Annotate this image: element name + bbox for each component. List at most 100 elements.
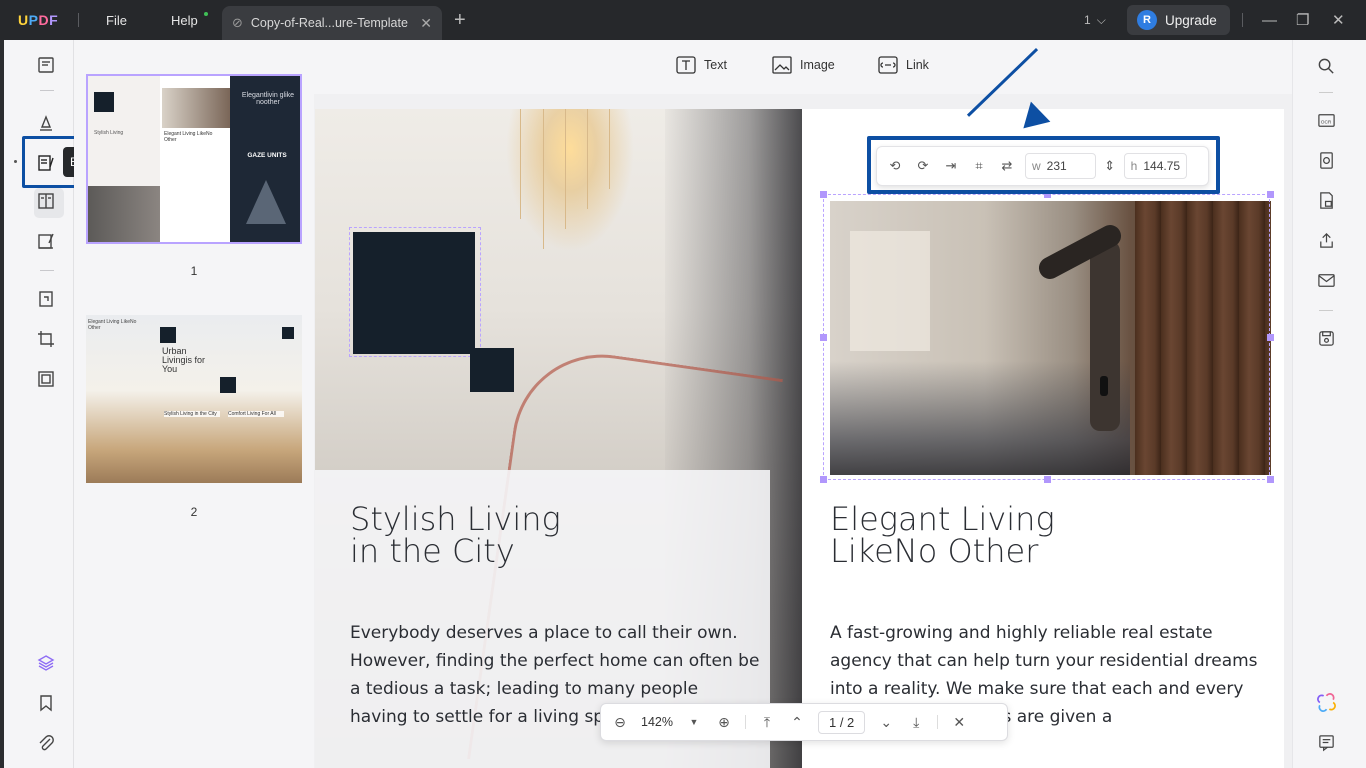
link-icon	[878, 56, 898, 74]
next-page-icon[interactable]: ⌄	[877, 714, 895, 731]
highlighter-icon[interactable]	[33, 110, 59, 136]
reader-mode-icon[interactable]	[33, 52, 59, 78]
thumb-text: Stylish Living in the City	[164, 411, 220, 417]
rail-divider	[1319, 92, 1333, 93]
square-selection-outline	[349, 227, 481, 357]
chandelier-strand	[609, 109, 610, 189]
comment-icon[interactable]	[1314, 730, 1338, 754]
page-indicator[interactable]: 1 ⌵	[1084, 0, 1106, 40]
chandelier-strand	[520, 109, 521, 219]
add-text-button[interactable]: Text	[676, 56, 727, 74]
resize-handle-bl[interactable]	[820, 476, 827, 483]
thumb-text: Stylish Living	[94, 130, 124, 136]
close-window-icon[interactable]: ✕	[1332, 0, 1345, 40]
minimize-icon[interactable]: —	[1262, 0, 1277, 40]
svg-text:OCR: OCR	[1320, 119, 1331, 125]
upgrade-label: Upgrade	[1165, 12, 1217, 28]
new-tab-button[interactable]: +	[454, 0, 466, 40]
first-page-icon[interactable]: ⤒	[758, 714, 776, 731]
rotate-right-icon[interactable]: ⟳	[913, 156, 933, 176]
add-image-button[interactable]: Image	[772, 56, 835, 74]
last-page-icon[interactable]: ⤓	[907, 714, 925, 731]
left-title-line-2: in the City	[350, 532, 515, 570]
width-field[interactable]: w 231	[1025, 153, 1096, 179]
thumb-triangle-graphic	[246, 180, 286, 224]
thumb-dark-square	[160, 327, 176, 343]
thumb-dark-square	[94, 92, 114, 112]
fill-sign-icon[interactable]	[33, 228, 59, 254]
thumb-cover-title: Elegantlivin glike noother	[241, 92, 295, 106]
right-title[interactable]: Elegant Living LikeNo Other	[830, 503, 1055, 567]
resize-handle-ml[interactable]	[820, 334, 827, 341]
image-icon	[772, 56, 792, 74]
page-navigation-bar: ⊖ 142% ▼ ⊕ ⤒ ⌃ 1 / 2 ⌄ ⤓ ✕	[600, 703, 1008, 741]
restore-icon[interactable]: ❐	[1296, 0, 1309, 40]
organize-pages-icon[interactable]	[33, 286, 59, 312]
height-field[interactable]: h 144.75	[1123, 153, 1188, 179]
close-tab-icon[interactable]: ✕	[420, 15, 432, 32]
menu-help[interactable]: Help	[171, 0, 198, 40]
resize-handle-tl[interactable]	[820, 191, 827, 198]
zoom-out-icon[interactable]: ⊖	[611, 714, 629, 731]
page-indicator-value: 1	[1084, 13, 1091, 27]
bookmark-icon[interactable]	[33, 690, 59, 716]
thumb-text: Elegant Living LikeNo Other	[164, 131, 213, 143]
extract-image-icon[interactable]: ⇥	[941, 156, 961, 176]
zoom-dropdown-icon[interactable]: ▼	[685, 717, 703, 727]
right-tool-rail: OCR	[1292, 40, 1366, 768]
crop-pages-icon[interactable]	[33, 326, 59, 352]
page-number-field[interactable]: 1 / 2	[817, 710, 866, 734]
thumbnail-label-1: 1	[190, 264, 198, 278]
page-thumbnail-1[interactable]: Stylish Living Elegant Living LikeNo Oth…	[86, 74, 302, 244]
resize-handle-mr[interactable]	[1267, 334, 1274, 341]
save-icon[interactable]	[1314, 326, 1338, 350]
document-canvas[interactable]: Stylish Living in the City Everybody des…	[314, 94, 1292, 768]
thumb-text: Urban Livingis for You	[162, 346, 206, 374]
active-indicator-dot	[14, 160, 17, 163]
resize-handle-bm[interactable]	[1044, 476, 1051, 483]
menu-file[interactable]: File	[106, 0, 127, 40]
text-icon	[676, 56, 696, 74]
attachment-icon[interactable]	[33, 730, 59, 756]
link-aspect-icon[interactable]: ⇕	[1104, 156, 1116, 176]
image-selection-outline	[823, 194, 1270, 480]
chandelier-strand	[587, 109, 588, 209]
add-link-button[interactable]: Link	[878, 56, 929, 74]
dark-square-small[interactable]	[470, 348, 514, 392]
email-icon[interactable]	[1314, 268, 1338, 292]
height-value: 144.75	[1143, 159, 1181, 173]
crop-image-icon[interactable]: ⌗	[969, 156, 989, 176]
share-icon[interactable]	[1314, 228, 1338, 252]
title-separator	[78, 13, 79, 27]
edit-toolbar: Text Image Link	[314, 40, 1292, 94]
close-nav-icon[interactable]: ✕	[950, 714, 968, 731]
replace-image-icon[interactable]: ⇄	[997, 156, 1017, 176]
convert-icon[interactable]	[1314, 148, 1338, 172]
thumbnail-panel: Stylish Living Elegant Living LikeNo Oth…	[74, 40, 314, 768]
document-tab[interactable]: ⊘ Copy-of-Real...ure-Template ✕	[222, 6, 442, 40]
search-icon[interactable]	[1314, 54, 1338, 78]
layers-icon[interactable]	[33, 650, 59, 676]
pdf-page: Stylish Living in the City Everybody des…	[315, 109, 1284, 768]
add-link-label: Link	[906, 58, 929, 72]
zoom-in-icon[interactable]: ⊕	[715, 714, 733, 731]
help-notification-dot	[204, 12, 208, 16]
page-thumbnail-2[interactable]: Elegant Living LikeNo Other Urban Living…	[86, 315, 302, 483]
upgrade-button[interactable]: R Upgrade	[1127, 5, 1230, 35]
chandelier-strand	[565, 109, 566, 229]
protect-icon[interactable]	[33, 366, 59, 392]
rail-divider	[1319, 310, 1333, 311]
previous-page-icon[interactable]: ⌃	[788, 714, 806, 731]
ai-assistant-icon[interactable]	[1314, 690, 1338, 714]
add-image-label: Image	[800, 58, 835, 72]
rotate-left-icon[interactable]: ⟲	[885, 156, 905, 176]
resize-handle-tr[interactable]	[1267, 191, 1274, 198]
ocr-icon[interactable]: OCR	[1314, 108, 1338, 132]
protect-document-icon[interactable]	[1314, 188, 1338, 212]
page-tools-icon[interactable]	[33, 188, 59, 214]
thumb-cover-brand: GAZE UNITS	[247, 152, 287, 159]
left-title[interactable]: Stylish Living in the City	[350, 503, 561, 567]
resize-handle-br[interactable]	[1267, 476, 1274, 483]
right-title-line-1: Elegant Living	[830, 500, 1055, 538]
zoom-level[interactable]: 142%	[641, 715, 673, 729]
